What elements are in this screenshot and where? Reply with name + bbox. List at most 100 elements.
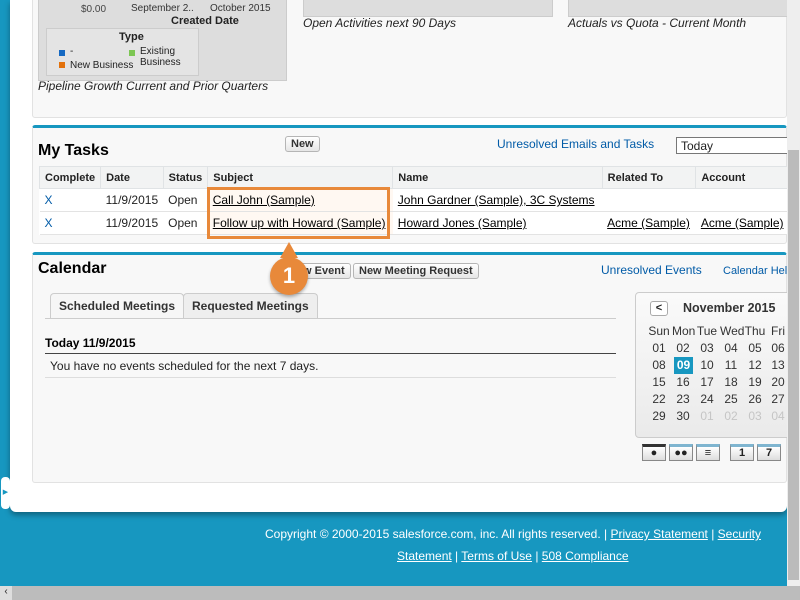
- tasks-table: Complete Date Status Subject Name Relate…: [38, 166, 789, 235]
- calendar-day[interactable]: 03: [744, 409, 766, 423]
- task-related-link[interactable]: Acme (Sample): [607, 216, 690, 230]
- calendar-day[interactable]: 10: [696, 358, 718, 372]
- calendar-day[interactable]: 02: [672, 341, 694, 355]
- calendar-day[interactable]: 06: [767, 341, 789, 355]
- calendar-day[interactable]: 09: [674, 357, 693, 374]
- chart-caption[interactable]: Pipeline Growth Current and Prior Quarte…: [38, 79, 268, 93]
- calendar-day[interactable]: 15: [648, 375, 670, 389]
- legend-label: -: [70, 46, 74, 57]
- x-axis-label: Created Date: [171, 15, 239, 27]
- legend-label: Existing Business: [140, 46, 181, 68]
- copyright-text: Copyright © 2000-2015 salesforce.com, in…: [265, 527, 608, 541]
- security-statement-link[interactable]: Statement: [397, 549, 452, 563]
- y-tick: $0.00: [81, 4, 107, 15]
- legend-swatch: [129, 50, 135, 56]
- multi-user-view-icon[interactable]: ●●: [669, 444, 693, 461]
- col-complete[interactable]: Complete: [38, 166, 102, 189]
- calendar-day[interactable]: 19: [744, 375, 766, 389]
- calendar-day[interactable]: 05: [744, 341, 766, 355]
- col-related-to[interactable]: Related To: [601, 166, 697, 189]
- tab-scheduled-meetings[interactable]: Scheduled Meetings: [50, 293, 185, 318]
- new-meeting-request-button[interactable]: New Meeting Request: [353, 263, 479, 279]
- calendar-day[interactable]: 18: [720, 375, 742, 389]
- step-callout-badge: 1: [270, 257, 308, 295]
- 508-compliance-link[interactable]: 508 Compliance: [542, 549, 629, 563]
- calendar-day[interactable]: 02: [720, 409, 742, 423]
- task-name-link[interactable]: Howard Jones (Sample): [398, 216, 527, 230]
- callout-pointer: [280, 242, 298, 258]
- col-status[interactable]: Status: [162, 166, 209, 189]
- separator: |: [711, 527, 715, 541]
- horizontal-scrollbar[interactable]: ‹: [0, 586, 800, 600]
- scroll-thumb[interactable]: [788, 150, 799, 580]
- calendar-day[interactable]: 27: [767, 392, 789, 406]
- calendar-day[interactable]: 17: [696, 375, 718, 389]
- calendar-day[interactable]: 08: [648, 358, 670, 372]
- dashboard-section: $0.00 September 2.. October 2015 Created…: [32, 0, 793, 118]
- unresolved-events-link[interactable]: Unresolved Events: [601, 263, 702, 277]
- prev-month-button[interactable]: <: [650, 301, 668, 316]
- vertical-scrollbar[interactable]: [787, 0, 800, 586]
- today-heading: Today 11/9/2015: [45, 336, 136, 350]
- calendar-day[interactable]: 23: [672, 392, 694, 406]
- calendar-day[interactable]: 13: [767, 358, 789, 372]
- calendar-day[interactable]: 24: [696, 392, 718, 406]
- x-tick: October 2015: [210, 3, 271, 14]
- security-statement-link[interactable]: Security: [718, 527, 761, 541]
- calendar-day[interactable]: 22: [648, 392, 670, 406]
- new-task-button[interactable]: New: [285, 136, 320, 152]
- complete-task-link[interactable]: X: [45, 193, 53, 207]
- calendar-day[interactable]: 04: [767, 409, 789, 423]
- table-row: X 11/9/2015 Open Follow up with Howard (…: [39, 211, 789, 235]
- legend-swatch: [59, 62, 65, 68]
- weekday-label: Fri: [771, 324, 785, 338]
- day-view-button[interactable]: 1: [730, 444, 754, 461]
- divider: [45, 377, 616, 378]
- task-name-link[interactable]: John Gardner (Sample), 3C Systems: [398, 193, 595, 207]
- sidebar-toggle-icon[interactable]: ▶: [1, 477, 10, 509]
- chart-caption[interactable]: Actuals vs Quota - Current Month: [568, 16, 746, 30]
- calendar-help-link[interactable]: Calendar Help: [723, 265, 788, 277]
- calendar-day[interactable]: 29: [648, 409, 670, 423]
- highlight-box: [207, 187, 390, 239]
- col-date[interactable]: Date: [100, 166, 164, 189]
- calendar-day[interactable]: 01: [648, 341, 670, 355]
- calendar-day[interactable]: 30: [672, 409, 694, 423]
- calendar-day[interactable]: 16: [672, 375, 694, 389]
- col-name[interactable]: Name: [392, 166, 603, 189]
- footer-line-1: Copyright © 2000-2015 salesforce.com, in…: [265, 527, 761, 541]
- footer-line-2: Statement | Terms of Use | 508 Complianc…: [397, 549, 629, 563]
- table-header: Complete Date Status Subject Name Relate…: [38, 166, 789, 189]
- calendar-day[interactable]: 04: [720, 341, 742, 355]
- activities-chart[interactable]: [303, 0, 553, 17]
- col-subject[interactable]: Subject: [207, 166, 394, 189]
- task-filter-select[interactable]: Today: [676, 137, 796, 154]
- week-view-button[interactable]: 7: [757, 444, 781, 461]
- calendar-day[interactable]: 12: [744, 358, 766, 372]
- privacy-statement-link[interactable]: Privacy Statement: [610, 527, 707, 541]
- quota-chart[interactable]: [568, 0, 793, 17]
- tab-requested-meetings[interactable]: Requested Meetings: [183, 293, 318, 318]
- task-status: Open: [163, 188, 208, 212]
- calendar-day[interactable]: 01: [696, 409, 718, 423]
- unresolved-emails-tasks-link[interactable]: Unresolved Emails and Tasks: [497, 137, 654, 151]
- terms-of-use-link[interactable]: Terms of Use: [461, 549, 532, 563]
- x-tick: September 2..: [131, 3, 194, 14]
- divider: [45, 353, 616, 354]
- list-view-icon[interactable]: ≡: [696, 444, 720, 461]
- calendar-day[interactable]: 25: [720, 392, 742, 406]
- task-date: 11/9/2015: [100, 188, 164, 212]
- calendar-day[interactable]: 26: [744, 392, 766, 406]
- calendar-day[interactable]: 03: [696, 341, 718, 355]
- legend-title: Type: [119, 31, 144, 43]
- pipeline-chart[interactable]: $0.00 September 2.. October 2015 Created…: [38, 0, 287, 81]
- chart-caption[interactable]: Open Activities next 90 Days: [303, 16, 456, 30]
- scroll-left-icon[interactable]: ‹: [0, 586, 12, 600]
- calendar-day[interactable]: 20: [767, 375, 789, 389]
- my-tasks-section: My Tasks New Unresolved Emails and Tasks…: [32, 125, 796, 244]
- complete-task-link[interactable]: X: [45, 216, 53, 230]
- single-user-view-icon[interactable]: ●: [642, 444, 666, 461]
- calendar-day[interactable]: 11: [720, 358, 742, 372]
- col-account[interactable]: Account: [695, 166, 789, 189]
- task-account-link[interactable]: Acme (Sample): [701, 216, 784, 230]
